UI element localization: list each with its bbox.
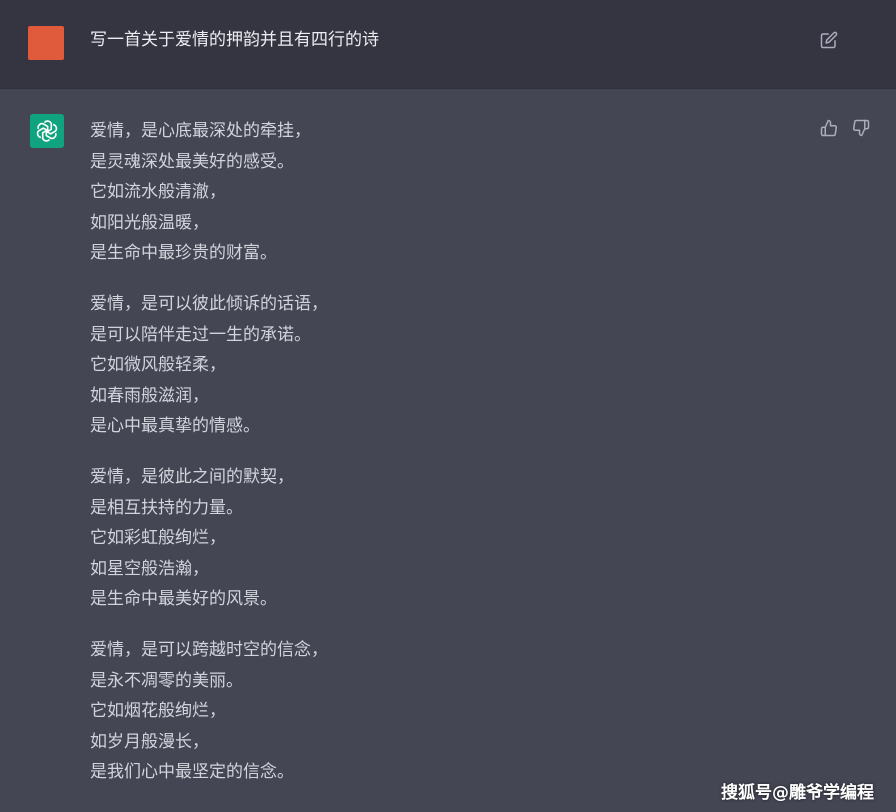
poem-line: 如春雨般滋润，	[90, 385, 209, 406]
poem-line: 是相互扶持的力量。	[90, 497, 243, 518]
poem-line: 是永不凋零的美丽。	[90, 670, 243, 691]
poem-line: 爱情，是心底最深处的牵挂，	[90, 121, 311, 141]
poem-line: 它如彩虹般绚烂，	[90, 528, 226, 549]
poem-line: 是我们心中最坚定的信念。	[90, 762, 294, 783]
poem-line: 是生命中最美好的风景。	[90, 589, 277, 610]
poem-line: 它如烟花般绚烂，	[90, 701, 226, 722]
poem-line: 它如流水般清澈，	[90, 182, 226, 203]
poem-line: 是心中最真挚的情感。	[90, 416, 260, 437]
poem-line: 爱情，是彼此之间的默契，	[90, 466, 294, 487]
assistant-message-text: 爱情，是心底最深处的牵挂， 是灵魂深处最美好的感受。 它如流水般清澈， 如阳光般温暖，…	[90, 116, 790, 808]
poem-line: 爱情，是可以跨越时空的信念，	[90, 639, 328, 660]
poem-stanza: 爱情，是可以跨越时空的信念， 是永不凋零的美丽。 它如烟花般绚烂， 如岁月般漫长， 是我…	[90, 635, 790, 788]
poem-stanza: 爱情，是心底最深处的牵挂， 是灵魂深处最美好的感受。 它如流水般清澈， 如阳光般温暖，…	[90, 116, 790, 269]
poem-line: 如岁月般漫长，	[90, 731, 209, 752]
thumbs-down-icon[interactable]	[852, 119, 870, 137]
edit-icon[interactable]	[820, 31, 838, 49]
user-message-row: 写一首关于爱情的押韵并且有四行的诗	[0, 0, 896, 89]
poem-stanza: 爱情，是彼此之间的默契， 是相互扶持的力量。 它如彩虹般绚烂， 如星空般浩瀚， 是生命中…	[90, 462, 790, 615]
chat-page: 写一首关于爱情的押韵并且有四行的诗 爱情，是心底最深处的牵挂， 是灵魂深处最美好的…	[0, 0, 896, 812]
poem-line: 是可以陪伴走过一生的承诺。	[90, 324, 311, 345]
poem-stanza: 爱情，是可以彼此倾诉的话语， 是可以陪伴走过一生的承诺。 它如微风般轻柔， 如春雨般滋…	[90, 289, 790, 442]
openai-logo-icon	[36, 120, 58, 142]
assistant-avatar	[30, 114, 64, 148]
poem-line: 爱情，是可以彼此倾诉的话语，	[90, 293, 328, 314]
watermark: 搜狐号@雕爷学编程	[721, 783, 874, 803]
poem-line: 是灵魂深处最美好的感受。	[90, 151, 294, 172]
user-message-text: 写一首关于爱情的押韵并且有四行的诗	[90, 30, 379, 50]
poem-line: 如阳光般温暖，	[90, 212, 209, 233]
user-avatar	[28, 26, 64, 60]
thumbs-up-icon[interactable]	[820, 119, 838, 137]
poem-line: 它如微风般轻柔，	[90, 355, 226, 376]
poem-line: 是生命中最珍贵的财富。	[90, 243, 277, 264]
poem-line: 如星空般浩瀚，	[90, 558, 209, 579]
